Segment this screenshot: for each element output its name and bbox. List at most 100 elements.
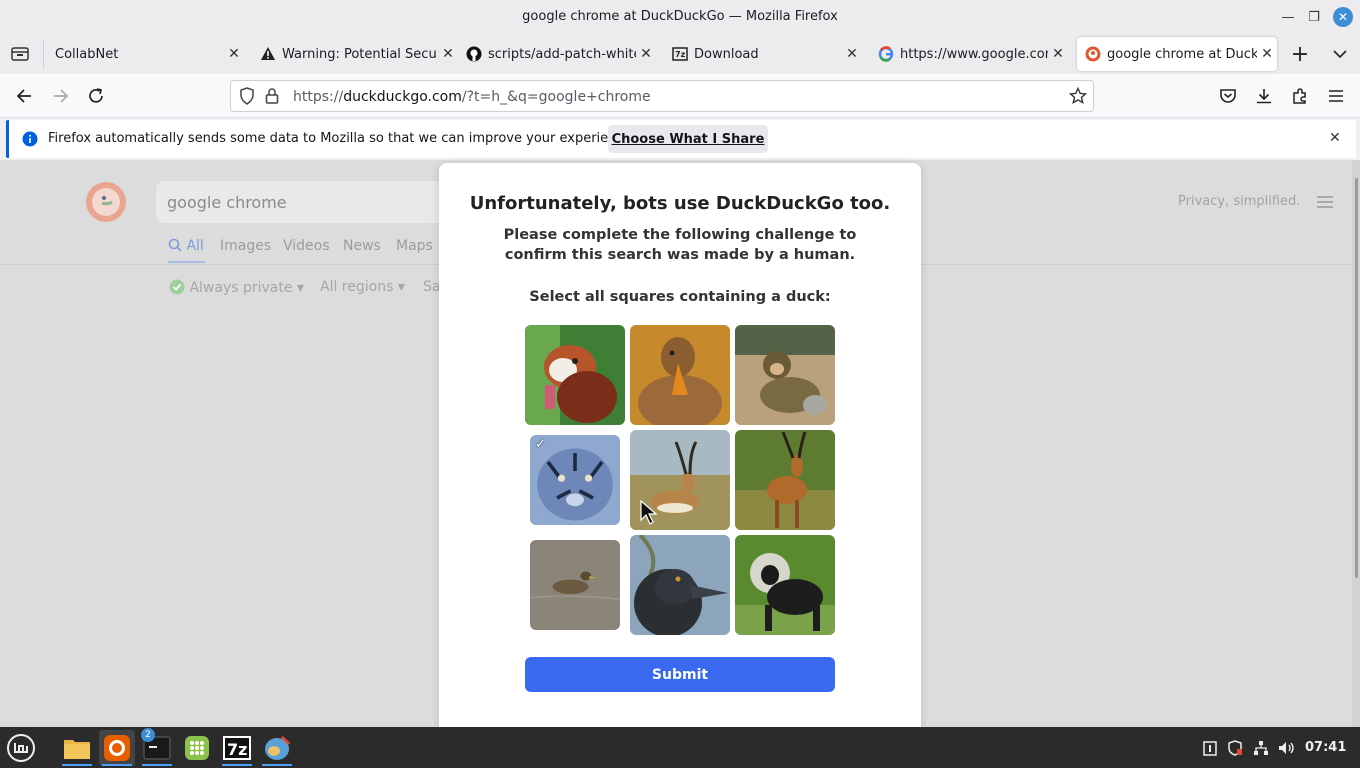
challenge-tile-3[interactable]: [735, 325, 835, 425]
chevron-down-icon[interactable]: [1328, 42, 1352, 66]
mouse-cursor-icon: [640, 500, 658, 525]
challenge-tile-2[interactable]: [630, 325, 730, 425]
svg-text:7z: 7z: [675, 50, 686, 59]
filter-regions[interactable]: All regions ▾: [320, 279, 405, 295]
forward-icon[interactable]: [49, 84, 73, 108]
search-icon: [168, 238, 182, 252]
search-tab-all[interactable]: All: [168, 238, 204, 254]
tagline: Privacy, simplified.: [1178, 194, 1301, 209]
tab-label: Warning: Potential Secu: [282, 46, 437, 62]
selected-check-icon: ✓: [535, 437, 546, 452]
warning-icon: [260, 46, 276, 62]
close-notification-icon[interactable]: ✕: [1329, 130, 1341, 146]
network-icon[interactable]: [1252, 739, 1270, 757]
tab-collabnet[interactable]: CollabNet ✕: [44, 37, 244, 71]
challenge-tile-9[interactable]: [735, 535, 835, 635]
google-icon: [878, 46, 894, 62]
duckduckgo-icon: [1085, 46, 1101, 62]
terminal-badge: 2: [141, 728, 155, 742]
gazelle-image: [735, 430, 835, 530]
volume-icon[interactable]: [1278, 739, 1296, 757]
tab-close-icon[interactable]: ✕: [1048, 46, 1068, 62]
tab-download[interactable]: 7z Download ✕: [668, 37, 862, 71]
duck-image: [530, 540, 620, 630]
url-scheme: https://: [293, 89, 344, 105]
red-panda-image: [525, 325, 625, 425]
filter-safe-search[interactable]: Sa: [423, 279, 440, 295]
tab-github[interactable]: scripts/add-patch-whitel ✕: [462, 37, 656, 71]
scrollbar-thumb[interactable]: [1355, 178, 1358, 578]
challenge-tile-6[interactable]: [735, 430, 835, 530]
mint-menu-icon[interactable]: [3, 730, 39, 766]
new-tab-icon[interactable]: +: [1288, 42, 1312, 67]
calculator-icon[interactable]: [179, 730, 215, 766]
7zip-icon[interactable]: 7z: [219, 730, 255, 766]
downloads-icon[interactable]: [1252, 84, 1276, 108]
bookmark-star-icon[interactable]: [1068, 86, 1088, 109]
tab-warning[interactable]: Warning: Potential Secu ✕: [256, 37, 458, 71]
bot-challenge-dialog: Unfortunately, bots use DuckDuckGo too. …: [439, 163, 921, 727]
window-title: google chrome at DuckDuckGo — Mozilla Fi…: [522, 9, 838, 24]
tab-duckduckgo[interactable]: google chrome at DuckD ✕: [1077, 37, 1277, 71]
url-bar[interactable]: https://duckduckgo.com/?t=h_&q=google+ch…: [230, 80, 1094, 112]
submit-button[interactable]: Submit: [525, 657, 835, 692]
shield-icon[interactable]: [239, 87, 255, 109]
info-icon: [22, 131, 38, 151]
extensions-icon[interactable]: [1288, 84, 1312, 108]
challenge-subtitle: Please complete the following challenge …: [503, 227, 857, 263]
github-icon: [466, 46, 482, 62]
challenge-tile-1[interactable]: [525, 325, 625, 425]
back-icon[interactable]: [12, 84, 36, 108]
pocket-icon[interactable]: [1216, 84, 1240, 108]
search-tab-maps[interactable]: Maps: [396, 238, 433, 254]
challenge-tile-7[interactable]: [525, 535, 625, 635]
monkey-image: [735, 325, 835, 425]
search-tab-news[interactable]: News: [343, 238, 381, 254]
filter-label: All regions: [320, 279, 394, 295]
url-path: /?t=h_&q=google+chrome: [461, 89, 651, 105]
search-tab-images[interactable]: Images: [220, 238, 271, 254]
minimize-icon[interactable]: —: [1278, 7, 1298, 27]
tab-close-icon[interactable]: ✕: [636, 46, 656, 62]
search-tab-videos[interactable]: Videos: [283, 238, 330, 254]
window-close-icon[interactable]: ✕: [1333, 7, 1353, 27]
search-value: google chrome: [167, 193, 287, 212]
tab-close-icon[interactable]: ✕: [438, 46, 458, 62]
window-titlebar: google chrome at DuckDuckGo — Mozilla Fi…: [0, 0, 1360, 34]
search-input[interactable]: google chrome: [156, 181, 456, 223]
tab-label: https://www.google.con: [900, 46, 1048, 62]
tab-close-icon[interactable]: ✕: [1257, 46, 1277, 62]
download-page-icon: 7z: [672, 46, 688, 62]
clipboard-icon[interactable]: [1201, 739, 1219, 757]
notification-text: Firefox automatically sends some data to…: [48, 131, 636, 146]
url-domain: duckduckgo.com: [343, 89, 462, 105]
maximize-icon[interactable]: ❐: [1304, 7, 1324, 27]
monkey-image: [735, 535, 835, 635]
clock[interactable]: 07:41: [1305, 740, 1346, 755]
tab-label: google chrome at DuckD: [1107, 46, 1257, 62]
filter-label: Always private: [189, 280, 293, 296]
tab-list-icon[interactable]: [8, 42, 32, 66]
url-text[interactable]: https://duckduckgo.com/?t=h_&q=google+ch…: [293, 89, 651, 105]
tab-google[interactable]: https://www.google.con ✕: [874, 37, 1068, 71]
shield-tray-icon[interactable]: [1226, 739, 1244, 757]
menu-icon[interactable]: [1324, 84, 1348, 108]
duckduckgo-logo-icon[interactable]: [86, 182, 126, 222]
image-viewer-icon[interactable]: [259, 730, 295, 766]
lock-icon[interactable]: [265, 87, 279, 109]
tab-close-icon[interactable]: ✕: [842, 46, 862, 62]
challenge-tile-4[interactable]: ✓: [525, 430, 625, 530]
choose-what-i-share-button[interactable]: Choose What I Share: [608, 125, 768, 153]
ddg-menu-icon[interactable]: [1317, 196, 1333, 211]
firefox-taskbar-icon[interactable]: [99, 730, 135, 766]
active-tab-underline: [168, 261, 205, 263]
tab-close-icon[interactable]: ✕: [224, 46, 244, 62]
duck-image: [630, 535, 730, 635]
challenge-title: Unfortunately, bots use DuckDuckGo too.: [469, 193, 891, 214]
check-circle-icon: [169, 279, 185, 295]
challenge-tile-8[interactable]: [630, 535, 730, 635]
filter-always-private[interactable]: Always private ▾: [169, 279, 304, 296]
tab-bar: CollabNet ✕ Warning: Potential Secu ✕ sc…: [0, 34, 1360, 74]
files-icon[interactable]: [59, 730, 95, 766]
reload-icon[interactable]: [84, 84, 108, 108]
